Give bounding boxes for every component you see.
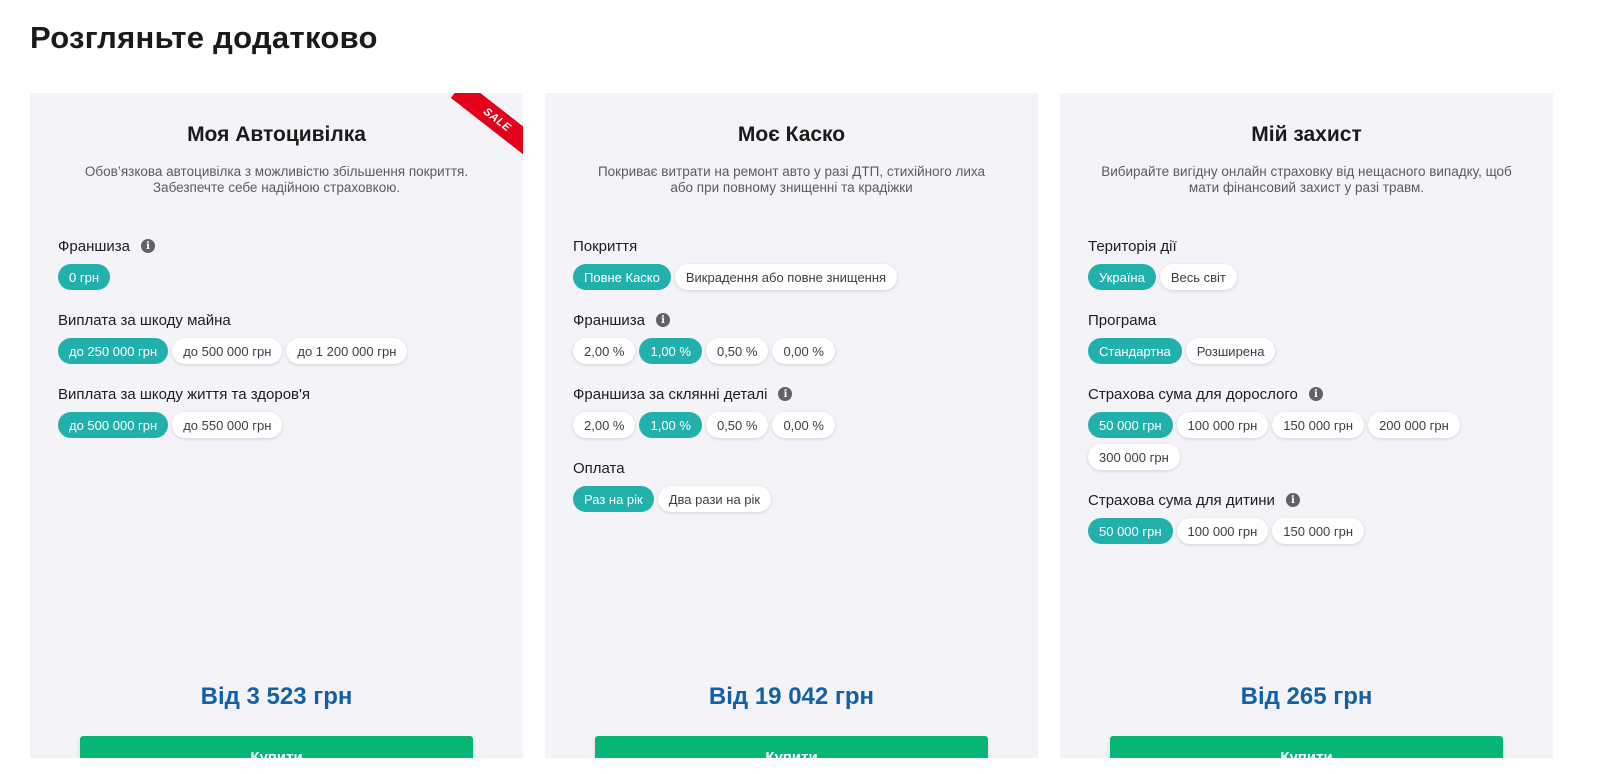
option-chips: Раз на рік Два рази на рік (573, 486, 1018, 512)
option-groups: Територія дії Україна Весь світ Програма Ста… (1088, 237, 1533, 565)
info-icon[interactable]: i (778, 387, 793, 401)
option-chip[interactable]: 150 000 грн (1272, 412, 1365, 438)
option-group-label-row: Франшиза i (58, 237, 503, 255)
option-chip[interactable]: 0,50 % (705, 412, 769, 438)
product-cards: SALE Моя Автоцивілка Обов’язкова автоцивіл… (30, 93, 1553, 758)
option-group-label-row: Виплата за шкоду майна (58, 311, 503, 329)
option-group: Оплата Раз на рік Два рази на рік (573, 459, 1018, 512)
option-chip[interactable]: до 250 000 грн (58, 338, 169, 364)
option-chip[interactable]: 150 000 грн (1272, 518, 1365, 544)
option-group-label-row: Виплата за шкоду життя та здоров'я (58, 385, 503, 403)
option-group-label-row: Страхова сума для дорослого i (1088, 385, 1533, 403)
price: Від 3 523 грн (200, 683, 353, 710)
card-title: Мій захист (1251, 123, 1362, 146)
option-chip[interactable]: Весь світ (1159, 264, 1237, 290)
option-chip[interactable]: 100 000 грн (1176, 518, 1269, 544)
option-group: Страхова сума для дорослого i 50 000 грн 10… (1088, 385, 1533, 470)
info-icon[interactable]: i (141, 239, 156, 253)
option-chips: до 500 000 грн до 550 000 грн (58, 412, 503, 438)
option-chip[interactable]: Повне Каско (573, 264, 671, 290)
product-card-kasko: Моє Каско Покриває витрати на ремонт авто… (545, 93, 1038, 758)
option-chip[interactable]: до 1 200 000 грн (286, 338, 408, 364)
option-groups: Франшиза i 0 грн Виплата за шкоду майна до 2… (58, 237, 503, 459)
price: Від 19 042 грн (708, 683, 875, 710)
option-chips: 50 000 грн 100 000 грн 150 000 грн 200 000 … (1088, 412, 1533, 470)
option-group-label-row: Програма (1088, 311, 1533, 329)
option-chip[interactable]: Розширена (1185, 338, 1276, 364)
option-chip[interactable]: 0 грн (58, 264, 110, 290)
option-chip[interactable]: Викрадення або повне знищення (674, 264, 898, 290)
option-group-label-row: Франшиза i (573, 311, 1018, 329)
option-chip[interactable]: до 500 000 грн (172, 338, 283, 364)
option-group-label: Покриття (573, 237, 638, 255)
option-group: Виплата за шкоду життя та здоров'я до 500… (58, 385, 503, 438)
option-chip[interactable]: 50 000 грн (1088, 518, 1173, 544)
option-group-label: Оплата (573, 459, 625, 477)
card-title: Моє Каско (737, 123, 846, 146)
card-description: Вибирайте вигідну онлайн страховку від н… (1101, 164, 1512, 195)
card-description: Покриває витрати на ремонт авто у разі Д… (597, 164, 986, 195)
option-group-label-row: Оплата (573, 459, 1018, 477)
option-chips: 2,00 % 1,00 % 0,50 % 0,00 % (573, 412, 1018, 438)
option-chip[interactable]: Україна (1088, 264, 1156, 290)
option-group-label: Виплата за шкоду майна (58, 311, 231, 329)
buy-button[interactable]: Купити (1110, 736, 1503, 758)
option-group: Страхова сума для дитини i 50 000 грн 100 0… (1088, 491, 1533, 544)
option-group-label: Франшиза за склянні деталі (573, 385, 768, 403)
option-group-label: Франшиза (573, 311, 646, 329)
option-chips: Повне Каско Викрадення або повне знищення (573, 264, 1018, 290)
option-chip[interactable]: Раз на рік (573, 486, 654, 512)
option-chips: до 250 000 грн до 500 000 грн до 1 200 000… (58, 338, 503, 364)
option-chip[interactable]: 1,00 % (639, 412, 702, 438)
option-group-label: Виплата за шкоду життя та здоров'я (58, 385, 311, 403)
info-icon[interactable]: i (656, 313, 671, 327)
option-group: Виплата за шкоду майна до 250 000 грн до 5… (58, 311, 503, 364)
option-groups: Покриття Повне Каско Викрадення або повне … (573, 237, 1018, 533)
option-chips: 2,00 % 1,00 % 0,50 % 0,00 % (573, 338, 1018, 364)
option-chip[interactable]: до 500 000 грн (58, 412, 169, 438)
option-group: Франшиза i 2,00 % 1,00 % 0,50 % 0,00 % (573, 311, 1018, 364)
option-chips: Україна Весь світ (1088, 264, 1533, 290)
option-group-label: Страхова сума для дитини (1088, 491, 1275, 509)
option-group: Програма Стандартна Розширена (1088, 311, 1533, 364)
option-group-label: Територія дії (1088, 237, 1177, 255)
info-icon[interactable]: i (1285, 493, 1300, 507)
card-title: Моя Автоцивілка (187, 123, 366, 146)
option-chips: 50 000 грн 100 000 грн 150 000 грн (1088, 518, 1533, 544)
option-chip[interactable]: до 550 000 грн (172, 412, 283, 438)
price: Від 265 грн (1240, 683, 1373, 710)
option-chip[interactable]: 0,00 % (772, 338, 835, 364)
option-group-label-row: Територія дії (1088, 237, 1533, 255)
option-group-label-row: Покриття (573, 237, 1018, 255)
option-group-label-row: Страхова сума для дитини i (1088, 491, 1533, 509)
option-chip[interactable]: 200 000 грн (1368, 412, 1460, 438)
product-card-autotsyvilka: SALE Моя Автоцивілка Обов’язкова автоцивіл… (30, 93, 523, 758)
option-group: Франшиза i 0 грн (58, 237, 503, 290)
option-group-label: Франшиза (58, 237, 131, 255)
option-group: Покриття Повне Каско Викрадення або повне … (573, 237, 1018, 290)
option-chip[interactable]: 2,00 % (573, 338, 636, 364)
option-group-label-row: Франшиза за склянні деталі i (573, 385, 1018, 403)
info-icon[interactable]: i (1308, 387, 1323, 401)
option-chip[interactable]: 2,00 % (573, 412, 636, 438)
option-chip[interactable]: Стандартна (1088, 338, 1182, 364)
page-title: Розгляньте додатково (30, 20, 378, 55)
option-chip[interactable]: Два рази на рік (657, 486, 772, 512)
option-chips: Стандартна Розширена (1088, 338, 1533, 364)
buy-button[interactable]: Купити (80, 736, 473, 758)
option-chips: 0 грн (58, 264, 503, 290)
option-group: Франшиза за склянні деталі i 2,00 % 1,00 % 0… (573, 385, 1018, 438)
buy-button[interactable]: Купити (595, 736, 988, 758)
product-card-zakhyst: Мій захист Вибирайте вигідну онлайн страх… (1060, 93, 1553, 758)
option-chip[interactable]: 50 000 грн (1088, 412, 1173, 438)
option-group-label: Програма (1088, 311, 1157, 329)
option-chip[interactable]: 0,00 % (772, 412, 835, 438)
option-group: Територія дії Україна Весь світ (1088, 237, 1533, 290)
option-chip[interactable]: 100 000 грн (1176, 412, 1269, 438)
option-chip[interactable]: 1,00 % (639, 338, 702, 364)
option-chip[interactable]: 300 000 грн (1088, 444, 1180, 470)
option-group-label: Страхова сума для дорослого (1088, 385, 1298, 403)
card-description: Обов’язкова автоцивілка з можливістю збі… (84, 164, 469, 195)
option-chip[interactable]: 0,50 % (705, 338, 769, 364)
